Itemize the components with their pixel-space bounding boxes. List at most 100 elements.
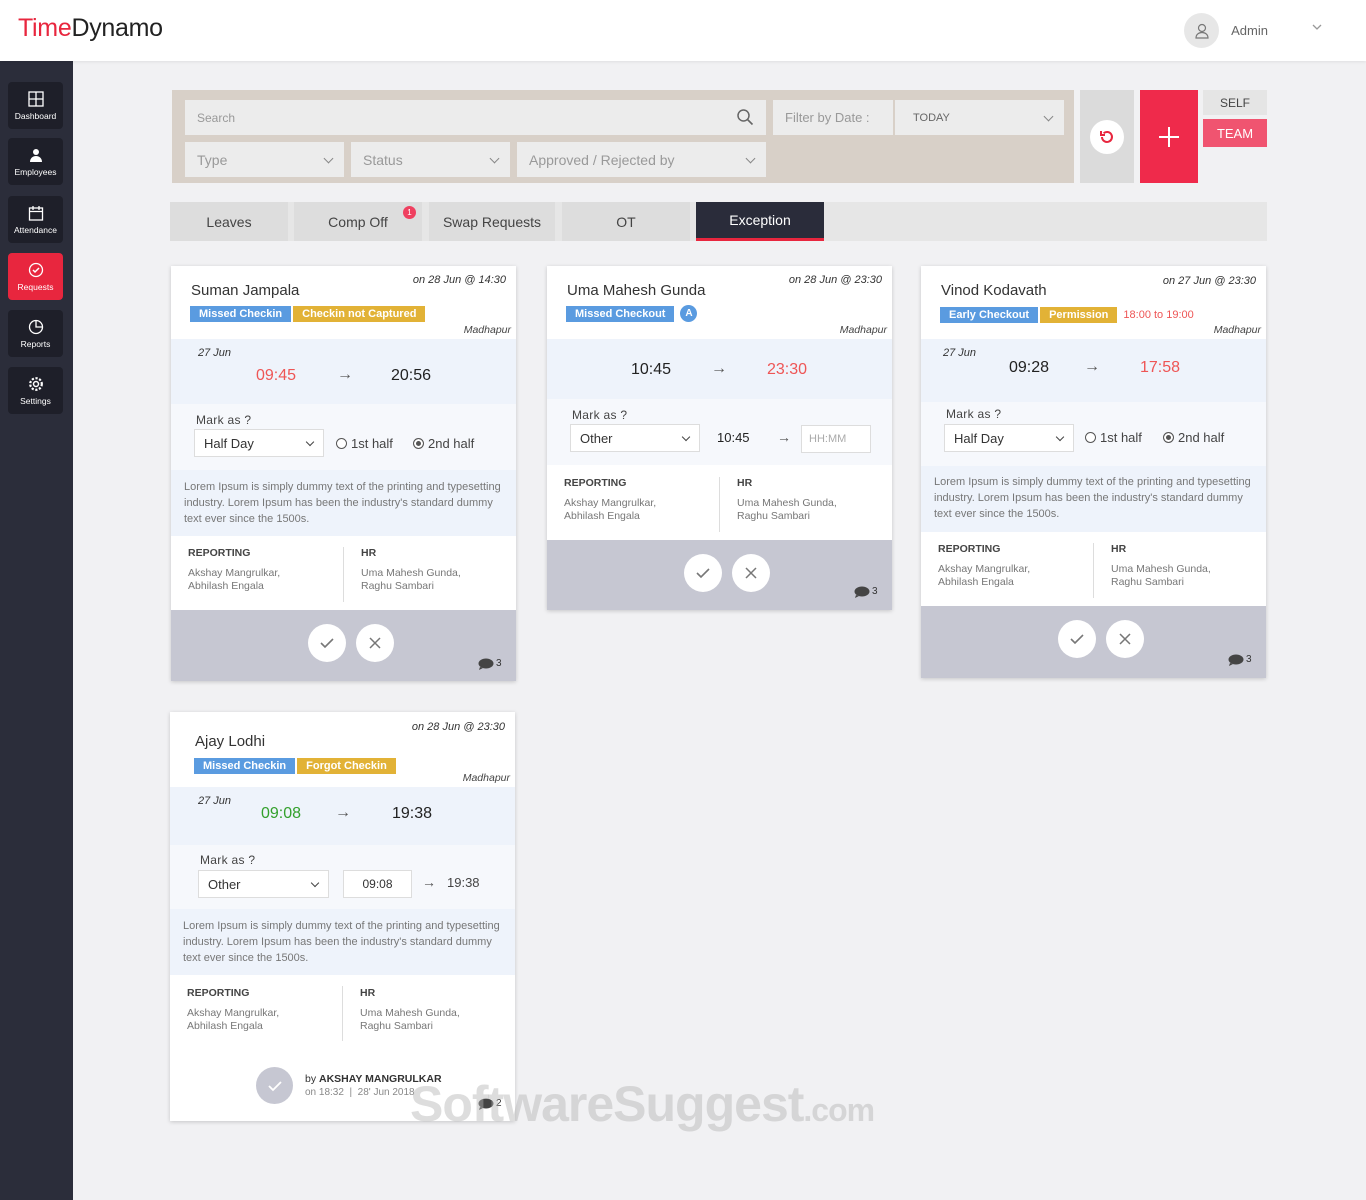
type-select[interactable]: Type (185, 142, 344, 177)
approve-button[interactable] (308, 624, 346, 662)
comments-count[interactable]: 3 (854, 586, 878, 598)
comment-icon (478, 658, 494, 670)
reject-button[interactable] (732, 554, 770, 592)
tab-exception[interactable]: Exception (696, 202, 824, 241)
reporting-label: REPORTING (564, 477, 627, 489)
tag-missed-checkin: Missed Checkin (194, 758, 296, 774)
second-half-radio[interactable]: 2nd half (413, 436, 474, 451)
arrow-right-icon: → (777, 429, 791, 445)
comp-off-badge: 1 (403, 206, 416, 219)
request-card: on 28 Jun @ 14:30 Suman Jampala Missed C… (171, 266, 516, 681)
search-input[interactable]: Search (185, 100, 766, 135)
time-in-input-value: 09:08 (362, 877, 393, 891)
sidebar-label: Settings (20, 395, 51, 406)
mark-as-select[interactable]: Other (198, 870, 329, 898)
arrow-right-icon: → (711, 360, 727, 377)
mark-as-value: Half Day (954, 430, 1004, 446)
divider (719, 477, 720, 532)
refresh-button[interactable] (1080, 90, 1134, 183)
approved-status-icon (256, 1067, 293, 1104)
time-in: 09:08 (261, 805, 302, 822)
hr-label: HR (737, 477, 753, 489)
check-icon (267, 1080, 282, 1091)
first-half-radio[interactable]: 1st half (1085, 430, 1142, 445)
status-select[interactable]: Status (351, 142, 510, 177)
mark-as-select[interactable]: Other (570, 424, 700, 452)
arrow-right-icon: → (422, 874, 436, 890)
sidebar-item-reports[interactable]: Reports (8, 310, 63, 357)
hr-names: Uma Mahesh Gunda, Raghu Sambari (737, 497, 837, 522)
reject-button[interactable] (356, 624, 394, 662)
approvers: REPORTING Akshay Mangrulkar, Abhilash En… (171, 539, 516, 609)
top-bar: TimeDynamo Admin (0, 0, 1366, 61)
mark-as-label: Mark as ? (572, 408, 628, 422)
permission-time: 18:00 to 19:00 (1123, 309, 1194, 321)
sidebar-item-settings[interactable]: Settings (8, 367, 63, 414)
plus-icon (1159, 126, 1179, 147)
reporting-label: REPORTING (187, 987, 250, 999)
close-icon (1119, 633, 1131, 645)
first-half-radio[interactable]: 1st half (336, 436, 393, 451)
user-menu[interactable]: Admin (1184, 13, 1320, 48)
tab-leaves[interactable]: Leaves (170, 202, 288, 241)
approved-on: on 18:32 | 28' Jun 2018 (305, 1087, 415, 1098)
time-out-placeholder: HH:MM (809, 433, 847, 445)
approve-button[interactable] (1058, 620, 1096, 658)
second-half-radio[interactable]: 2nd half (1163, 430, 1224, 445)
time-band: 27 Jun 09:28 → 17:58 (921, 339, 1266, 402)
sidebar-item-attendance[interactable]: Attendance (8, 196, 63, 243)
check-icon (320, 638, 334, 649)
add-request-button[interactable] (1140, 90, 1198, 183)
mark-as-select[interactable]: Half Day (194, 429, 324, 457)
time-in-input[interactable]: 09:08 (343, 870, 412, 898)
approve-button[interactable] (684, 554, 722, 592)
comments-count[interactable]: 3 (1228, 654, 1252, 666)
sidebar: Dashboard Employees Attendance Requests … (0, 61, 73, 1200)
sidebar-item-dashboard[interactable]: Dashboard (8, 82, 63, 129)
close-icon (745, 567, 757, 579)
chevron-down-icon[interactable] (1312, 22, 1322, 32)
action-footer: 3 (171, 610, 516, 681)
comments-count[interactable]: 3 (478, 658, 502, 670)
action-footer: 3 (547, 540, 892, 610)
search-icon[interactable] (736, 108, 754, 126)
tab-ot[interactable]: OT (562, 202, 690, 241)
watermark-suffix: .com (803, 1092, 875, 1128)
time-out-input[interactable]: HH:MM (801, 425, 871, 453)
tag-early-checkout: Early Checkout (940, 307, 1039, 323)
comment-icon (854, 586, 870, 598)
location: Madhapur (839, 324, 887, 336)
comment-count: 3 (872, 586, 878, 597)
reject-button[interactable] (1106, 620, 1144, 658)
sidebar-label: Employees (14, 166, 57, 177)
calendar-icon (28, 205, 43, 221)
mark-as-label: Mark as ? (946, 407, 1002, 421)
sidebar-item-employees[interactable]: Employees (8, 138, 63, 185)
action-footer: 3 (921, 606, 1266, 678)
reporting-names: Akshay Mangrulkar, Abhilash Engala (938, 563, 1031, 588)
pie-chart-icon (28, 319, 43, 334)
tab-swap-requests[interactable]: Swap Requests (429, 202, 555, 241)
employees-icon (29, 148, 42, 162)
reporting-names: Akshay Mangrulkar, Abhilash Engala (564, 497, 657, 522)
self-button[interactable]: SELF (1203, 90, 1267, 115)
employee-name: Vinod Kodavath (941, 282, 1047, 299)
request-timestamp: on 28 Jun @ 23:30 (411, 721, 505, 733)
user-name: Admin (1231, 23, 1268, 38)
close-icon (369, 637, 381, 649)
approved-rejected-select[interactable]: Approved / Rejected by (517, 142, 766, 177)
watermark: SoftwareSuggest.com (410, 1075, 875, 1133)
radio-label: 2nd half (428, 436, 475, 451)
approved-rejected-label: Approved / Rejected by (529, 151, 675, 168)
tab-comp-off[interactable]: Comp Off (294, 202, 422, 241)
team-button[interactable]: TEAM (1203, 119, 1267, 147)
type-select-label: Type (197, 151, 228, 168)
watermark-main: SoftwareSuggest (410, 1076, 804, 1132)
date-filter-select[interactable]: TODAY (895, 100, 1064, 135)
request-timestamp: on 28 Jun @ 23:30 (788, 274, 882, 286)
sidebar-item-requests[interactable]: Requests (8, 253, 63, 300)
mark-as-select[interactable]: Half Day (944, 424, 1074, 452)
check-icon (696, 568, 710, 579)
time-out: 17:58 (1140, 359, 1181, 376)
app-logo[interactable]: TimeDynamo (18, 14, 163, 43)
